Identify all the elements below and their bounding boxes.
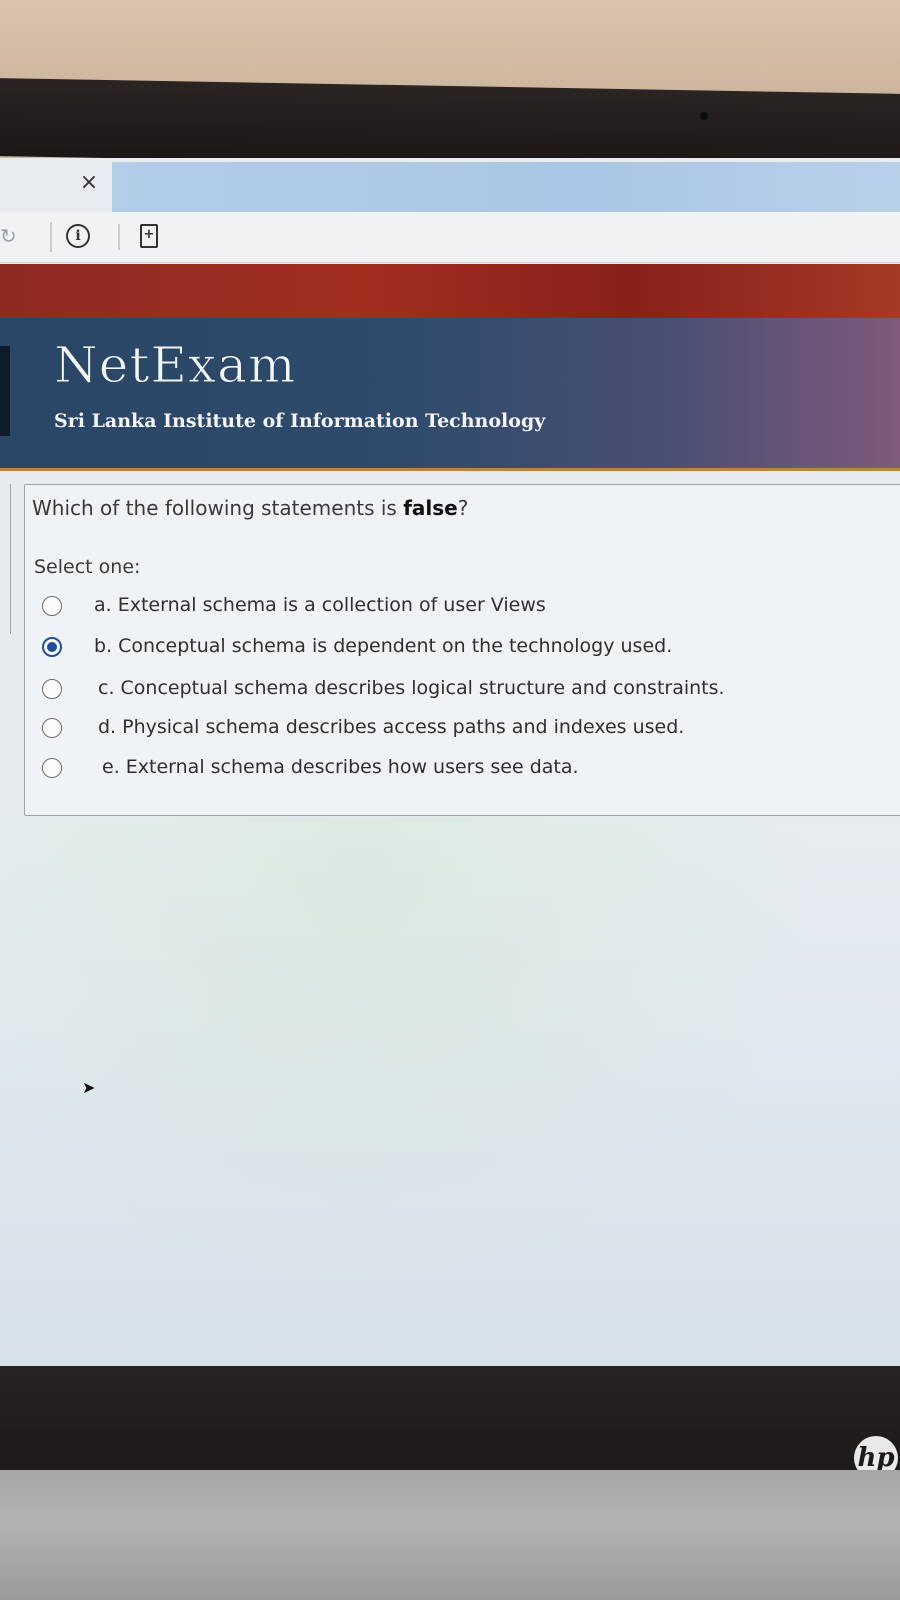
toolbar-band [0, 264, 900, 318]
card-side-border [0, 484, 11, 634]
webcam [700, 112, 708, 120]
page-icon[interactable]: + [140, 224, 158, 248]
option-a[interactable]: a. External schema is a collection of us… [36, 592, 796, 622]
browser-tab-strip: × [0, 158, 900, 213]
address-bar[interactable]: ↻ i + [0, 212, 900, 263]
option-b-label[interactable]: b. Conceptual schema is dependent on the… [94, 635, 672, 657]
browser-tab-area[interactable] [112, 162, 900, 213]
option-e[interactable]: e. External schema describes how users s… [36, 754, 796, 784]
page-background [0, 818, 900, 1366]
radio-a[interactable] [42, 596, 62, 616]
option-a-label[interactable]: a. External schema is a collection of us… [94, 594, 546, 616]
info-icon[interactable]: i [66, 224, 90, 248]
mouse-cursor-icon: ➤ [82, 1078, 96, 1097]
close-tab-icon[interactable]: × [78, 172, 100, 194]
header-edge [0, 346, 10, 436]
option-c[interactable]: c. Conceptual schema describes logical s… [36, 675, 796, 705]
option-d[interactable]: d. Physical schema describes access path… [36, 714, 796, 744]
radio-b-selected[interactable] [42, 637, 62, 657]
select-one-label: Select one: [34, 556, 141, 578]
radio-c[interactable] [42, 679, 62, 699]
institute-name: Sri Lanka Institute of Information Techn… [54, 410, 546, 432]
reload-icon[interactable]: ↻ [0, 224, 22, 248]
question-emphasis: false [403, 496, 458, 520]
question-text: Which of the following statements is fal… [32, 496, 468, 520]
laptop-base [0, 1470, 900, 1600]
option-e-label[interactable]: e. External schema describes how users s… [102, 756, 579, 778]
question-text-start: Which of the following statements is [32, 496, 404, 520]
radio-d[interactable] [42, 718, 62, 738]
address-separator [50, 222, 52, 252]
question-text-end: ? [457, 496, 469, 520]
laptop-bottom-bezel [0, 1366, 900, 1470]
radio-e[interactable] [42, 758, 62, 778]
netexam-header: NetExam Sri Lanka Institute of Informati… [0, 318, 900, 471]
option-b[interactable]: b. Conceptual schema is dependent on the… [36, 633, 796, 663]
brand-title: NetExam [53, 336, 297, 395]
laptop-screen: × ↻ i + NetExam Sri Lanka Institute of I… [0, 158, 900, 1366]
address-separator [118, 224, 120, 250]
option-d-label[interactable]: d. Physical schema describes access path… [98, 716, 684, 738]
option-c-label[interactable]: c. Conceptual schema describes logical s… [98, 677, 725, 699]
